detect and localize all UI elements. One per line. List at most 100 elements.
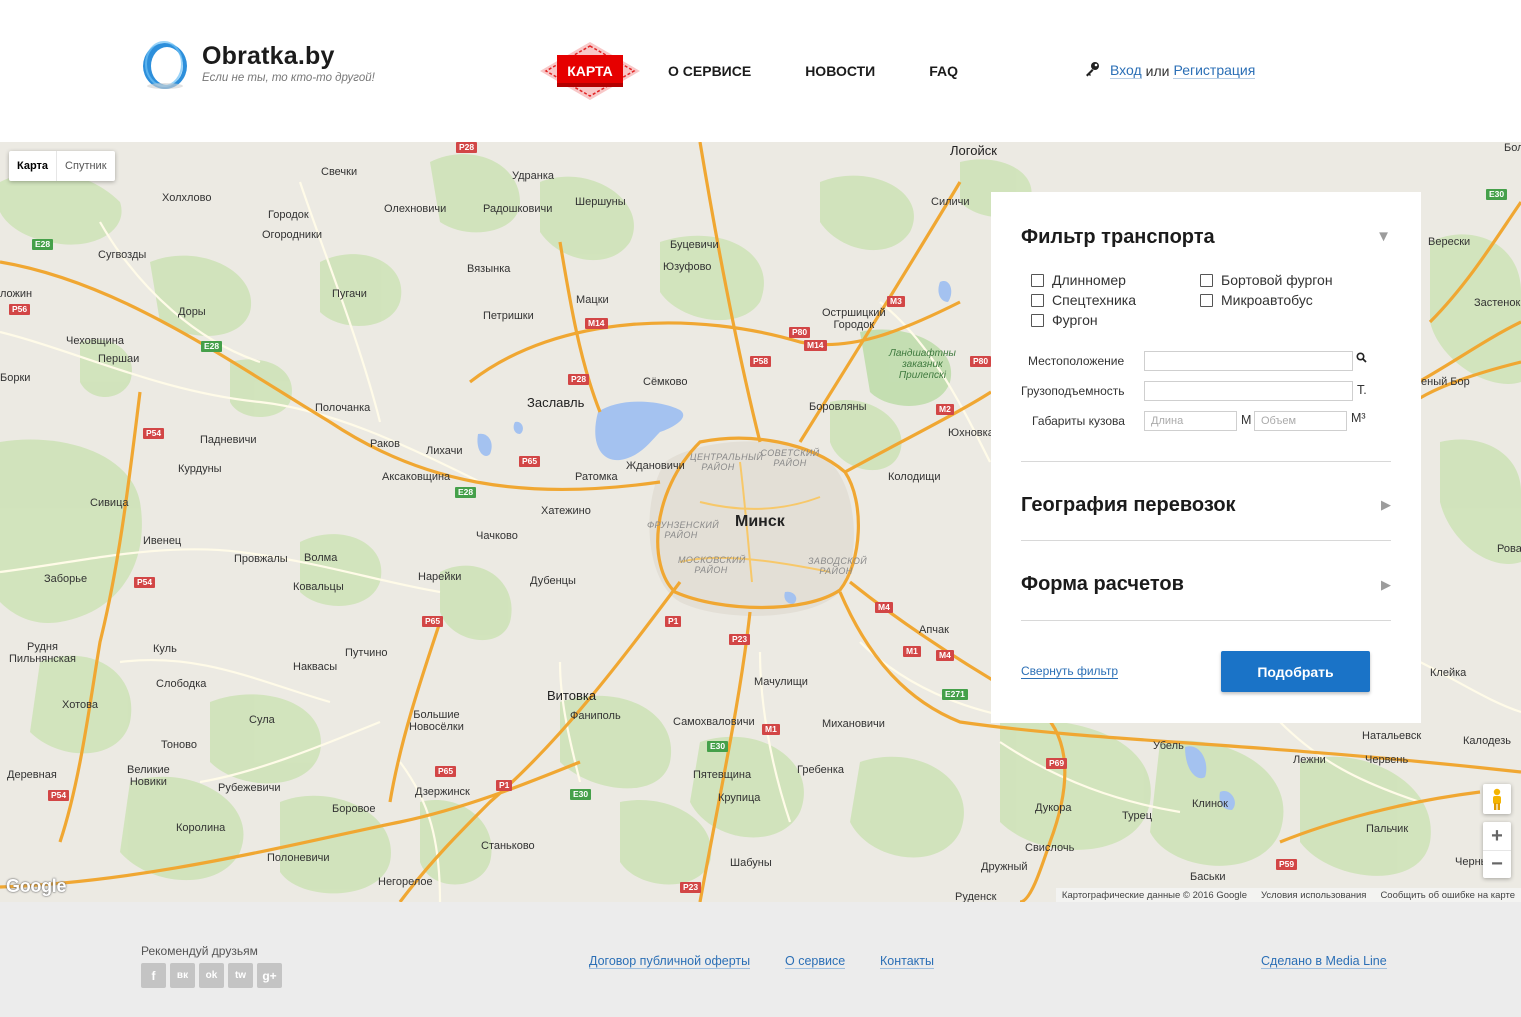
map-label: Доры [178, 306, 206, 318]
map-label: Пальчик [1366, 823, 1409, 835]
checkbox-box [1200, 293, 1213, 307]
map-label: Лежни [1293, 754, 1326, 766]
district-label: ФРУНЗЕНСКИЙ РАЙОН [647, 520, 720, 540]
road-shield: M2 [936, 404, 954, 415]
map-label: Крупица [718, 792, 761, 804]
map-label: Червень [1365, 754, 1409, 766]
footer-link-contacts[interactable]: Контакты [880, 954, 934, 969]
checkbox-spetstehnika[interactable]: Спецтехника [1031, 292, 1136, 308]
vk-icon[interactable]: вк [170, 963, 195, 988]
street-view-pegman-icon[interactable] [1483, 784, 1511, 814]
map-label: Клинок [1192, 798, 1228, 810]
map-label: Хотова [62, 699, 98, 711]
odnoklassniki-icon[interactable]: ok [199, 963, 224, 988]
map-label: Мацки [576, 294, 609, 306]
social-buttons: f вк ok tw g+ [141, 963, 282, 988]
road-shield: P59 [1276, 859, 1298, 870]
search-icon[interactable] [1356, 352, 1367, 366]
nav-item-faq[interactable]: FAQ [929, 63, 958, 79]
terms-link[interactable]: Условия использования [1261, 890, 1366, 901]
map-label: Станьково [481, 840, 535, 852]
footer-link-about[interactable]: О сервисе [785, 954, 846, 969]
map-label: Борки [0, 372, 31, 384]
road-shield: E28 [455, 487, 477, 498]
logo-icon [140, 38, 190, 90]
facebook-icon[interactable]: f [141, 963, 166, 988]
map-type-map[interactable]: Карта [9, 151, 56, 181]
volume-input[interactable]: Объем [1254, 411, 1347, 431]
map-type-switch: Карта Спутник [9, 151, 115, 181]
capacity-input[interactable] [1144, 381, 1353, 401]
road-shield: P65 [519, 456, 541, 467]
road-shield: M4 [936, 650, 954, 661]
divider [1021, 540, 1391, 541]
nav-item-news[interactable]: НОВОСТИ [805, 63, 875, 79]
map-label: Руденск [955, 891, 997, 902]
nav-item-about[interactable]: О СЕРВИСЕ [668, 63, 751, 79]
road-shield: P23 [680, 882, 702, 893]
footer-credit-link[interactable]: Сделано в Media Line [1261, 954, 1387, 969]
footer-link-offer[interactable]: Договор публичной оферты [589, 954, 751, 969]
checkbox-box [1031, 313, 1044, 327]
collapse-filter-link[interactable]: Свернуть фильтр [1021, 664, 1119, 679]
map-label: Пятевщина [693, 769, 752, 781]
map-label: Ковальцы [293, 581, 344, 593]
road-shield: M14 [585, 318, 608, 329]
map-label: Слободка [156, 678, 207, 690]
district-label: ЗАВОДСКОЙ РАЙОН [808, 556, 868, 576]
map-type-satellite[interactable]: Спутник [56, 151, 114, 181]
location-input[interactable] [1144, 351, 1353, 371]
map-label: Лихачи [426, 445, 463, 457]
map-label: Витовка [547, 688, 597, 703]
map-label: Дзержинск [415, 786, 470, 798]
map-label: Ждановичи [626, 460, 685, 472]
key-icon [1084, 61, 1100, 80]
expand-arrow-right-icon[interactable]: ▶ [1381, 497, 1391, 513]
map-label: Верески [1428, 236, 1471, 248]
map-label: Полоневичи [267, 852, 330, 864]
map-label: Городок [268, 209, 309, 221]
map-label: Мачулищи [754, 676, 808, 688]
map-label: Боровляны [809, 401, 867, 413]
map-label: Куль [153, 643, 177, 655]
map-label: Колодищи [888, 471, 941, 483]
zoom-in-button[interactable]: + [1483, 822, 1511, 850]
login-link[interactable]: Вход [1110, 62, 1142, 79]
road-shield: P65 [435, 766, 457, 777]
length-input[interactable]: Длина [1144, 411, 1237, 431]
map-label: Большие Новосёлки [409, 709, 464, 733]
submit-button[interactable]: Подобрать [1221, 651, 1370, 692]
map-label: Огородники [262, 229, 323, 241]
google-plus-icon[interactable]: g+ [257, 963, 282, 988]
map-label: Болш [1504, 142, 1521, 154]
logo[interactable]: Obratka.by Если не ты, то кто-то другой! [140, 38, 375, 90]
checkbox-mikroavtobus[interactable]: Микроавтобус [1200, 292, 1313, 308]
map-label: Полочанка [315, 402, 371, 414]
checkbox-furgon[interactable]: Фургон [1031, 312, 1098, 328]
auth-links: Вход или Регистрация [1084, 61, 1256, 80]
report-error-link[interactable]: Сообщить об ошибке на карте [1380, 890, 1515, 901]
zoom-out-button[interactable]: − [1483, 850, 1511, 878]
expand-arrow-right-icon[interactable]: ▶ [1381, 577, 1391, 593]
divider [1021, 620, 1391, 621]
twitter-icon[interactable]: tw [228, 963, 253, 988]
collapse-arrow-down-icon[interactable]: ▼ [1376, 228, 1391, 245]
checkbox-dlinnomer[interactable]: Длинномер [1031, 272, 1126, 288]
section-geography[interactable]: География перевозок [1021, 494, 1236, 517]
map-label: Логойск [950, 143, 997, 158]
length-unit: М [1241, 413, 1252, 427]
road-shield: M1 [762, 724, 780, 735]
google-logo: Google [6, 876, 67, 896]
map-label: Застенок [1474, 297, 1521, 309]
road-shield: E28 [201, 341, 223, 352]
size-label: Габариты кузова [1032, 414, 1125, 428]
road-shield: M14 [804, 340, 827, 351]
section-payment[interactable]: Форма расчетов [1021, 573, 1184, 596]
nav-item-map[interactable]: КАРТА [540, 42, 640, 100]
map-label: Курдуны [178, 463, 222, 475]
road-shield: P1 [665, 616, 682, 627]
volume-unit: М³ [1351, 411, 1366, 425]
checkbox-bortovoy-furgon[interactable]: Бортовой фургон [1200, 272, 1333, 288]
register-link[interactable]: Регистрация [1173, 62, 1256, 79]
map-label: еный Бор [1421, 376, 1470, 388]
